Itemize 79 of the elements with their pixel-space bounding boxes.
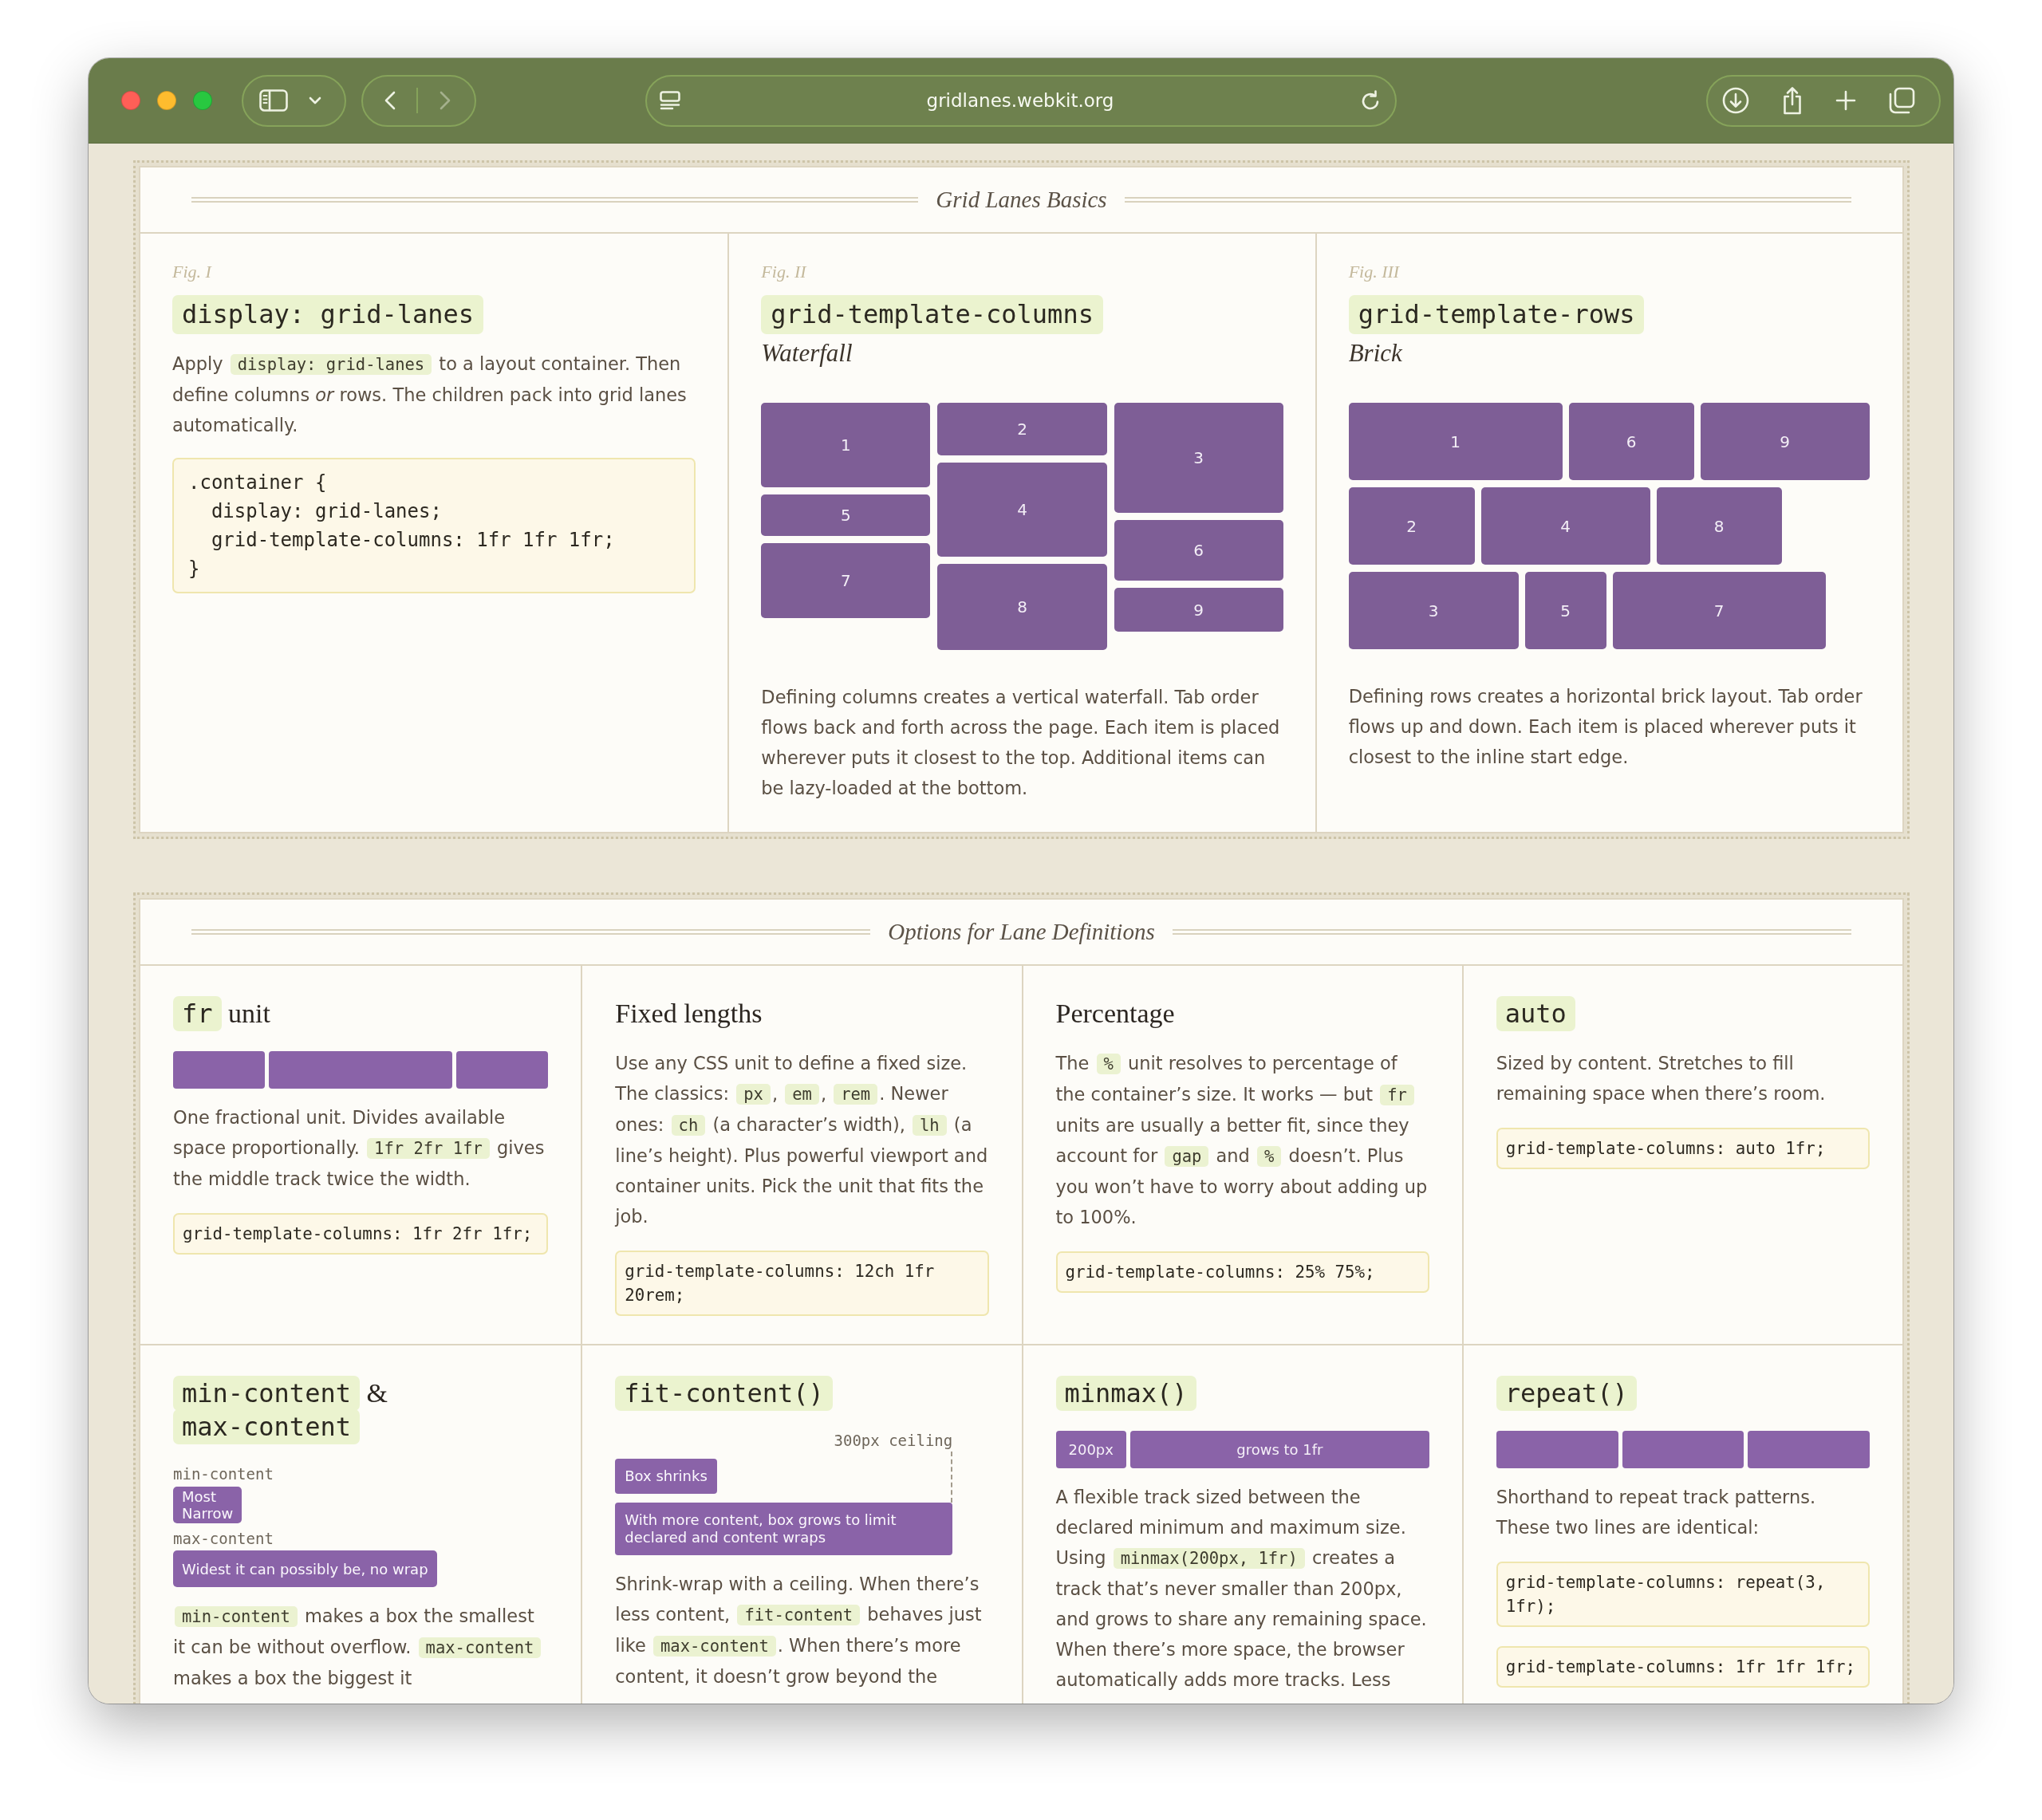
description-text: Apply display: grid-lanes to a layout container. Then define columns or rows. The children pack into grid lanes automatically. [172, 353, 688, 437]
ceiling-line [951, 1452, 953, 1503]
code-heading: grid-template-rows [1348, 295, 1645, 334]
grid-item: 5 [761, 494, 931, 536]
code-block: grid-template-columns: 12ch 1fr 20rem; [615, 1251, 989, 1316]
description-text: Defining rows creates a horizontal brick layout. Tab order flows up and down. Each item is placed wherever puts it closest to the inline start edge. [1348, 685, 1863, 769]
option-heading: Percentage [1055, 998, 1175, 1030]
description-text: Shrink-wrap with a ceiling. When there’s less content, fit-content behaves just like max-content . When there’s more content, it doesn’t grow beyond the [615, 1573, 983, 1688]
code-heading: grid-template-columns [761, 295, 1103, 334]
description-text: Defining columns creates a vertical waterfall. Tab order flows back and forth across the page. Each item is placed wherever puts it closest to the top. Additional items can be lazy-loaded at the bottom. [761, 686, 1281, 800]
plus-icon[interactable] [1835, 90, 1856, 111]
content-box: Box shrinks [615, 1459, 717, 1494]
chevron-left-icon [384, 91, 396, 110]
option-heading: minmax() [1055, 1377, 1196, 1410]
grid-item: 1 [761, 403, 931, 487]
grid-item: 1 [1348, 403, 1563, 480]
content-box: With more content, box grows to limit declared and content wraps [615, 1503, 953, 1555]
code-heading: display: grid-lanes [172, 295, 484, 334]
grid-item: 4 [1480, 487, 1650, 565]
figure-label: Fig. I [172, 262, 211, 282]
code-block: grid-template-columns: 1fr 2fr 1fr; [173, 1213, 549, 1255]
grid-item: 7 [1612, 572, 1826, 649]
back-button[interactable] [384, 91, 396, 110]
grid-item: 4 [937, 463, 1107, 557]
section-title: Options for Lane Definitions [888, 919, 1155, 945]
description-text: Use any CSS unit to define a fixed size. The classics: px , em , rem . Newer ones: ch (a character’s width), lh (a line’s height). Plus powerful viewport and container units. Pick the unit that fits the job. [615, 1052, 989, 1228]
grid-item: 8 [937, 564, 1107, 650]
grid-item: 9 [1700, 403, 1870, 480]
chevron-down-icon [309, 97, 321, 104]
url-text: gridlanes.webkit.org [926, 90, 1114, 111]
content-box: Widest it can possibly be, no wrap [173, 1550, 437, 1587]
figure-subtitle: Waterfall [761, 338, 853, 368]
code-block: grid-template-columns: 25% 75%; [1055, 1251, 1429, 1293]
option-heading: auto [1496, 997, 1575, 1030]
description-text: A flexible track sized between the declared minimum and maximum size. Using minmax(200px, 1fr) creates a track that’s never smaller than 200px, and grows to share any remaining space. When there’s more space, the browser automatically adds more tracks. Less [1055, 1486, 1428, 1692]
option-heading: repeat() [1496, 1377, 1637, 1410]
code-block: grid-template-columns: auto 1fr; [1496, 1128, 1870, 1169]
address-bar[interactable]: gridlanes.webkit.org [645, 74, 1397, 127]
grid-track: 200px [1055, 1431, 1126, 1468]
grid-item: 2 [937, 403, 1107, 455]
size-label: max-content [173, 1529, 274, 1548]
description-text: Shorthand to repeat track patterns. These two lines are identical: [1496, 1486, 1817, 1539]
zoom-button[interactable] [193, 91, 212, 110]
download-icon[interactable] [1722, 87, 1749, 114]
option-heading: fr unit [173, 997, 270, 1030]
code-block: grid-template-columns: repeat(3, 1fr); [1496, 1562, 1870, 1627]
grid-item: 2 [1348, 487, 1475, 565]
option-heading: min-content & max-content [173, 1377, 549, 1444]
share-icon[interactable] [1781, 86, 1804, 115]
description-text: One fractional unit. Divides available space proportionally. 1fr 2fr 1fr gives the middle track twice the width. [173, 1106, 546, 1191]
size-label: min-content [173, 1464, 274, 1483]
figure-label: Fig. II [761, 262, 806, 282]
grid-item: 3 [1348, 572, 1519, 649]
description-text: min-content makes a box the smallest it can be without overflow. max-content makes a box the biggest it [173, 1601, 549, 1693]
grid-item: 7 [761, 543, 931, 618]
option-heading: Fixed lengths [615, 998, 763, 1030]
description-text: The % unit resolves to percentage of the container’s size. It works — but fr units are usually a better fit, since they account for gap and % doesn’t. Plus you won’t have to worry about adding up to 100%. [1055, 1052, 1429, 1229]
option-heading: fit-content() [615, 1377, 833, 1410]
description-text: Sized by content. Stretches to fill remaining space when there’s room. [1496, 1052, 1827, 1105]
chevron-right-icon [440, 91, 451, 110]
grid-item: 8 [1656, 487, 1782, 565]
ceiling-label: 300px ceiling [834, 1431, 953, 1450]
grid-item: 9 [1114, 588, 1283, 632]
reload-icon[interactable] [1360, 89, 1381, 112]
tabs-icon[interactable] [1888, 87, 1915, 114]
figure-label: Fig. III [1348, 262, 1400, 282]
page-icon[interactable] [660, 91, 680, 110]
section-title: Grid Lanes Basics [936, 187, 1107, 213]
minimize-button[interactable] [157, 91, 176, 110]
figure-subtitle: Brick [1348, 338, 1402, 368]
code-block: .container { display: grid-lanes; grid-template-columns: 1fr 1fr 1fr; } [172, 458, 696, 593]
code-block: grid-template-columns: 1fr 1fr 1fr; [1496, 1646, 1870, 1688]
grid-item: 5 [1524, 572, 1606, 649]
grid-item: 6 [1114, 520, 1283, 581]
grid-item: 6 [1568, 403, 1694, 480]
grid-track: grows to 1fr [1129, 1431, 1429, 1468]
grid-item: 3 [1114, 403, 1283, 513]
sidebar-icon [259, 89, 288, 112]
content-box: Most Narrow [173, 1487, 242, 1523]
